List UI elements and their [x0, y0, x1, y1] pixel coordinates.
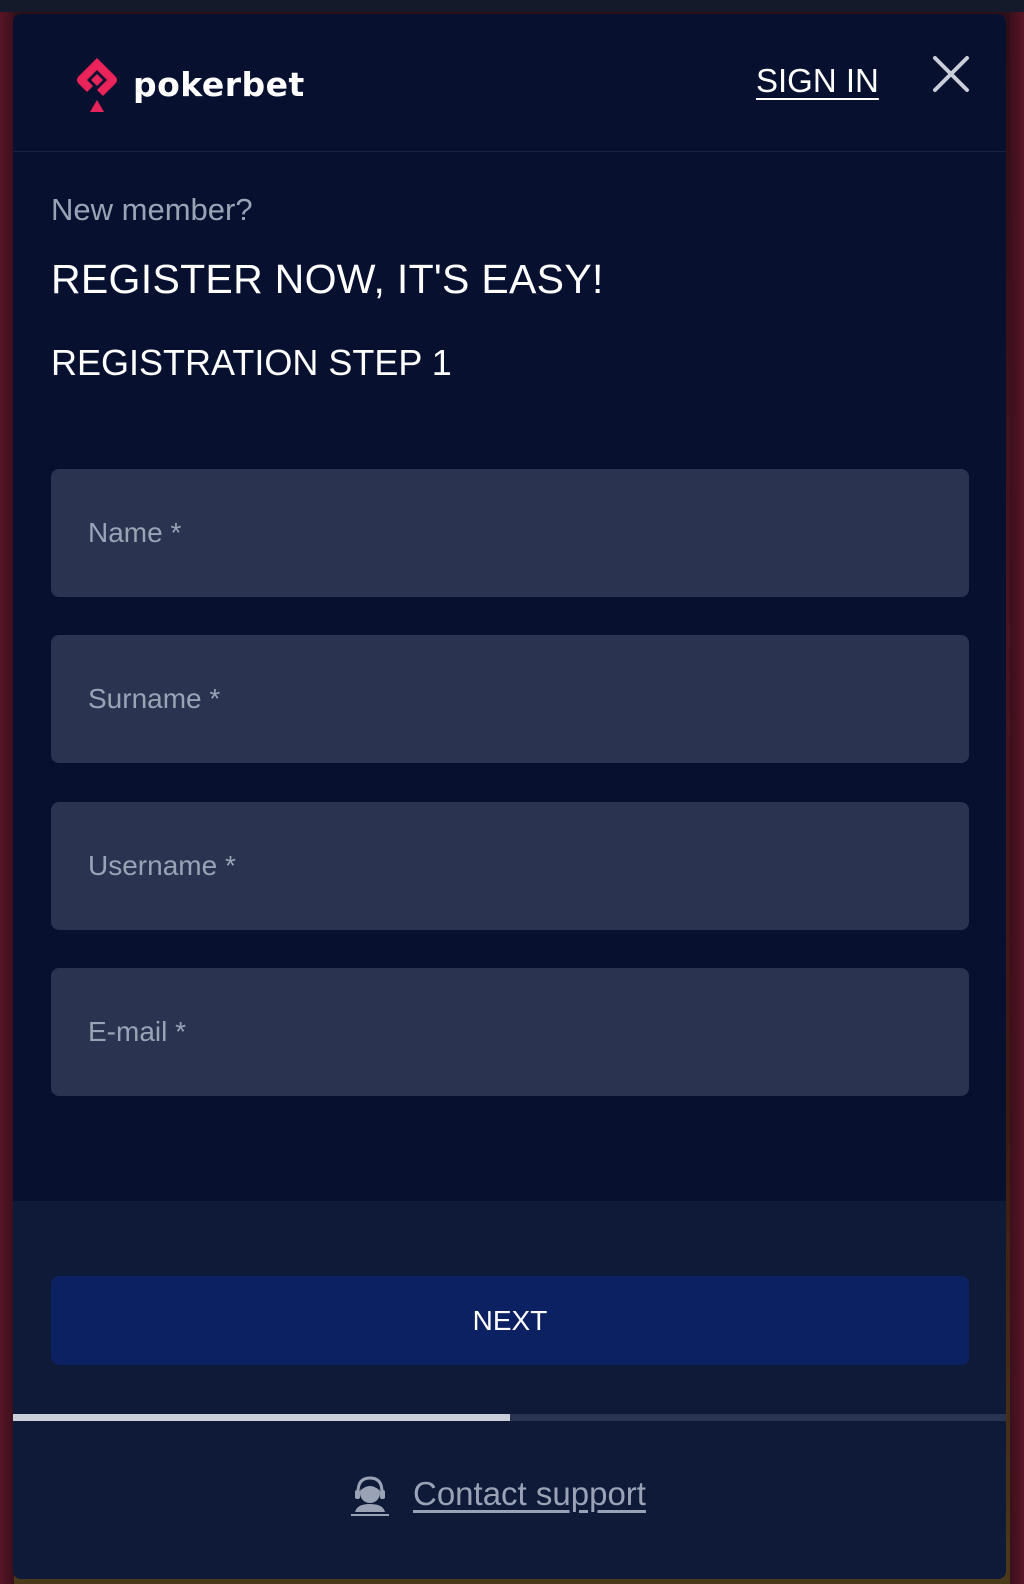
modal-footer [13, 1201, 1006, 1579]
username-field-placeholder: Username * [88, 850, 236, 881]
step-title: REGISTRATION STEP 1 [51, 342, 452, 383]
next-button[interactable]: NEXT [51, 1276, 969, 1365]
contact-support-link[interactable]: Contact support [349, 1472, 646, 1516]
surname-field-placeholder: Surname * [88, 683, 221, 714]
intro-block: New member? [51, 192, 253, 228]
name-field-placeholder: Name * [88, 517, 182, 548]
close-icon[interactable] [929, 52, 973, 96]
username-field[interactable]: Username * [51, 802, 969, 930]
logo-wordmark: pokerbet [133, 64, 305, 104]
register-headline: REGISTER NOW, IT'S EASY! [51, 256, 604, 302]
surname-field[interactable]: Surname * [51, 635, 969, 763]
modal-header: pokerbet SIGN IN [13, 14, 1006, 152]
email-field[interactable]: E-mail * [51, 968, 969, 1096]
contact-support-label: Contact support [413, 1475, 646, 1512]
pokerbet-logo: pokerbet [73, 54, 305, 114]
email-field-placeholder: E-mail * [88, 1016, 187, 1047]
name-field[interactable]: Name * [51, 469, 969, 597]
support-agent-icon [351, 1476, 389, 1516]
new-member-text: New member? [51, 192, 253, 227]
pokerbet-logo-icon [77, 58, 117, 112]
registration-modal: pokerbet SIGN IN New member? REGISTER NO… [13, 14, 1006, 1579]
sign-in-link[interactable]: SIGN IN [756, 62, 879, 100]
progress-bar [13, 1414, 1006, 1421]
progress-bar-fill [13, 1414, 510, 1421]
